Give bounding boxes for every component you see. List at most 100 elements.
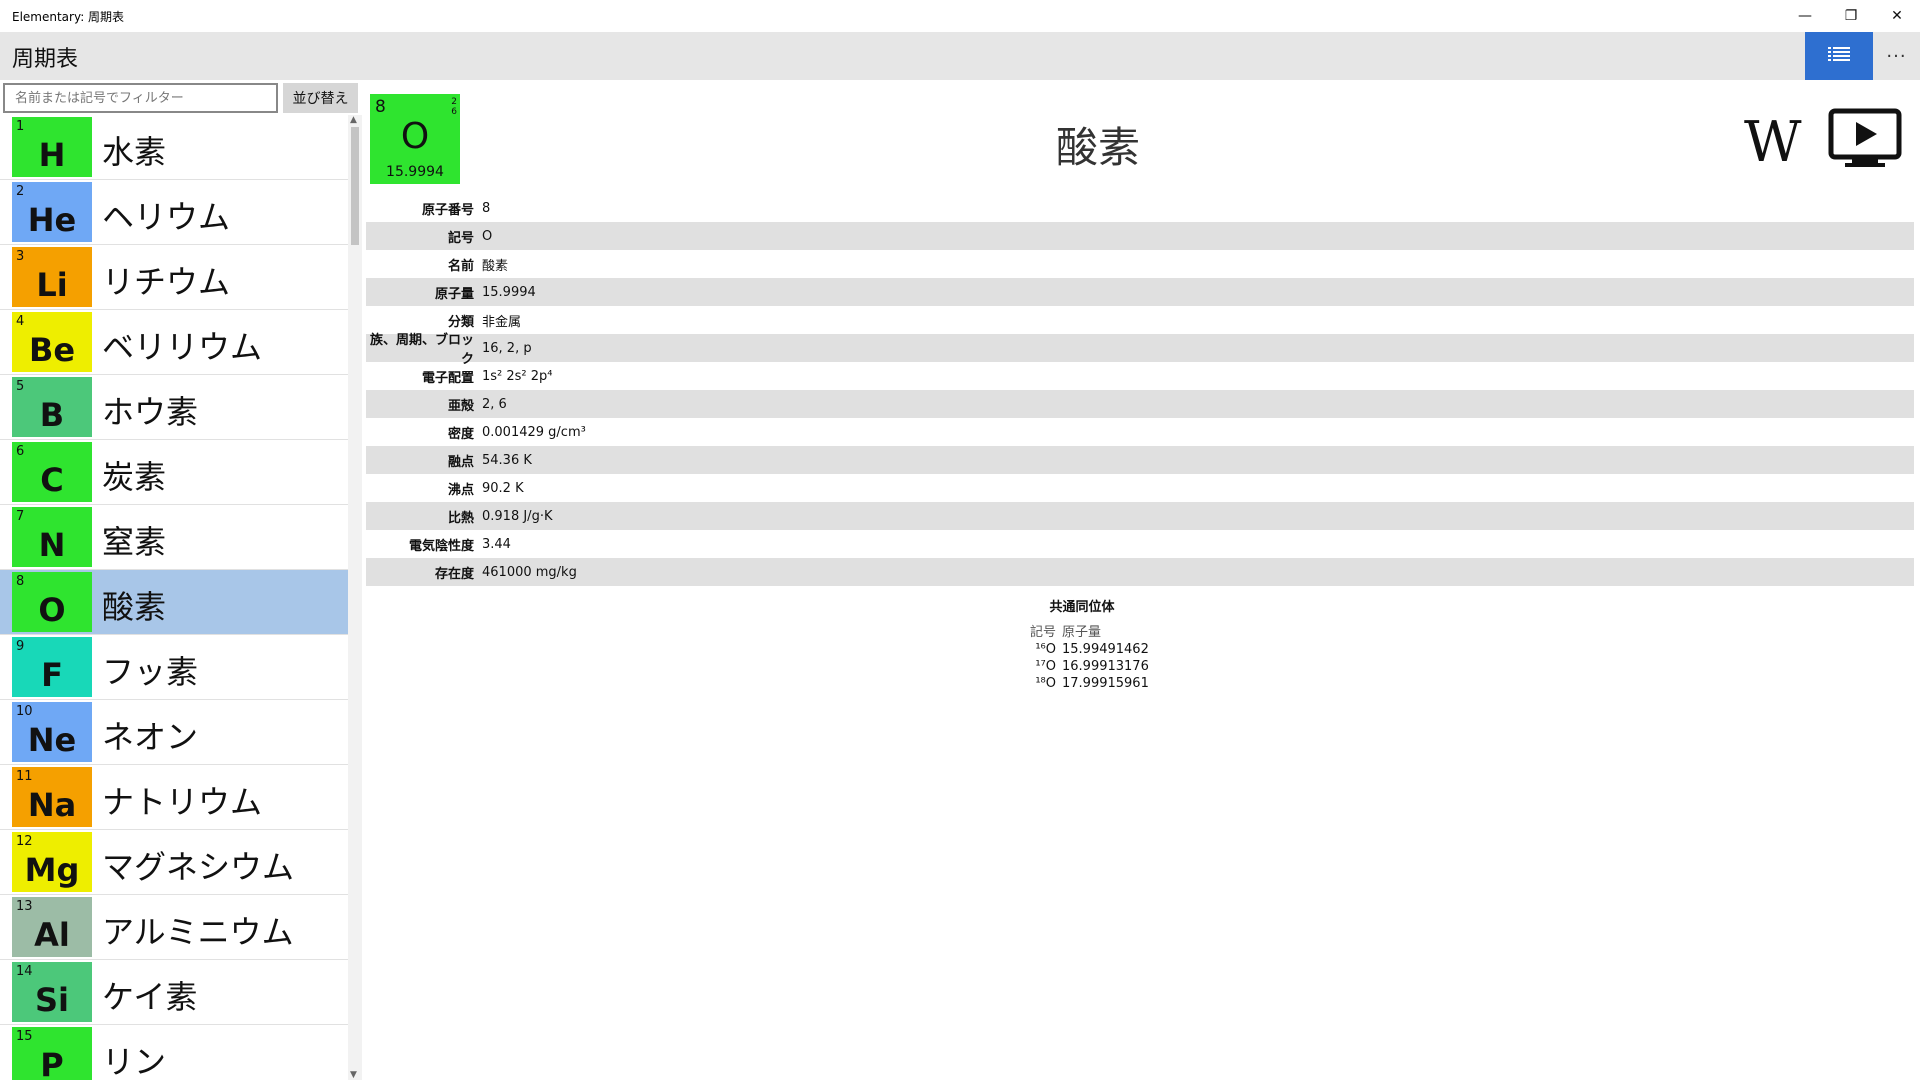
element-list-item[interactable]: 13 Al アルミニウム (0, 895, 348, 960)
property-row: 存在度 461000 mg/kg (366, 558, 1914, 586)
element-symbol: H (38, 136, 66, 174)
element-list-item[interactable]: 9 F フッ素 (0, 635, 348, 700)
property-value: 15.9994 (482, 284, 536, 300)
element-symbol: N (38, 526, 66, 564)
isotope-header: 記号 原子量 (962, 621, 1202, 640)
element-list-item[interactable]: 10 Ne ネオン (0, 700, 348, 765)
property-value: O (482, 228, 493, 244)
element-list-item[interactable]: 2 He ヘリウム (0, 180, 348, 245)
property-label: 原子番号 (421, 202, 474, 218)
element-tile: 10 Ne (12, 702, 92, 762)
isotope-header-mass: 原子量 (1062, 625, 1102, 640)
element-list-item[interactable]: 15 P リン (0, 1025, 348, 1080)
element-tile: 1H (12, 117, 92, 177)
element-list-item[interactable]: 12 Mg マグネシウム (0, 830, 348, 895)
element-number: 11 (16, 769, 33, 784)
isotope-mass: 15.99491462 (1062, 642, 1149, 657)
element-symbol: Li (36, 266, 68, 304)
element-number: 4 (16, 314, 25, 329)
video-play-icon[interactable] (1828, 108, 1902, 174)
more-options-button[interactable]: ··· (1873, 32, 1920, 80)
property-value: 1s² 2s² 2p⁴ (482, 368, 553, 384)
property-label: 原子量 (434, 286, 474, 302)
property-value: 54.36 K (482, 452, 532, 468)
property-row: 電気陰性度 3.44 (366, 530, 1914, 558)
isotope-mass: 16.99913176 (1062, 659, 1149, 674)
filter-input[interactable] (3, 83, 278, 113)
property-row: 原子番号 8 (366, 194, 1914, 222)
property-table: 原子番号 8 記号 O 名前 酸素 原子量 15.9994 分類 非金属 族、周期、ブロック 16, … (366, 194, 1914, 586)
property-label: 記号 (447, 230, 474, 246)
element-list-item[interactable]: 8 O 酸素 (0, 570, 348, 635)
scroll-down-arrow-icon[interactable]: ▼ (350, 1070, 357, 1080)
property-row: 比熱 0.918 J/g·K (366, 502, 1914, 530)
wikipedia-icon[interactable]: W (1744, 110, 1802, 175)
property-row: 族、周期、ブロック 16, 2, p (366, 333, 1914, 367)
property-label: 沸点 (447, 482, 474, 498)
element-tile: 11 Na (12, 767, 92, 827)
minimize-button[interactable]: — (1782, 0, 1828, 32)
scroll-thumb[interactable] (351, 127, 359, 245)
element-list-item[interactable]: 5 B ホウ素 (0, 375, 348, 440)
property-row: 分類 非金属 (366, 306, 1914, 334)
element-list-item[interactable]: 11 Na ナトリウム (0, 765, 348, 830)
element-symbol: C (40, 461, 64, 499)
property-value: 0.001429 g/cm³ (482, 424, 586, 440)
element-list-item[interactable]: 3 Li リチウム (0, 245, 348, 310)
element-symbol: Si (34, 981, 69, 1019)
property-row: 記号 O (366, 222, 1914, 250)
element-name: フッ素 (102, 653, 199, 691)
property-row: 電子配置 1s² 2s² 2p⁴ (366, 362, 1914, 390)
scroll-up-arrow-icon[interactable]: ▲ (350, 115, 357, 125)
property-row: 名前 酸素 (366, 250, 1914, 278)
element-symbol: Mg (24, 851, 80, 889)
property-label: 亜殻 (447, 398, 474, 414)
property-label: 名前 (447, 258, 474, 274)
element-list-item[interactable]: 4 Be ベリリウム (0, 310, 348, 375)
property-label: 存在度 (434, 566, 474, 582)
element-symbol: Na (27, 786, 77, 824)
element-list-item[interactable]: 14 Si ケイ素 (0, 960, 348, 1025)
property-row: 亜殻 2, 6 (366, 390, 1914, 418)
element-list-item[interactable]: 1 H 水素 (0, 115, 348, 180)
property-value: 酸素 (482, 258, 509, 274)
element-name: ケイ素 (102, 978, 198, 1016)
element-tile: 12 Mg (12, 832, 92, 892)
property-label: 比熱 (447, 510, 474, 526)
list-scrollbar[interactable]: ▲ ▼ (348, 115, 362, 1080)
property-value: 0.918 J/g·K (482, 508, 553, 524)
element-name: リチウム (102, 263, 231, 301)
element-list-item[interactable]: 6 C 炭素 (0, 440, 348, 505)
property-value: 2, 6 (482, 396, 507, 412)
element-symbol: Be (28, 331, 76, 369)
element-tile: 13 Al (12, 897, 92, 957)
close-button[interactable]: ✕ (1874, 0, 1920, 32)
element-number: 9 (16, 639, 25, 654)
property-value: 90.2 K (482, 480, 524, 496)
element-tile: 9F (12, 637, 92, 697)
isotope-symbol: ¹⁶O (1035, 642, 1056, 657)
element-list-item[interactable]: 7 N 窒素 (0, 505, 348, 570)
element-name: アルミニウム (102, 913, 294, 951)
property-row: 融点 54.36 K (366, 446, 1914, 474)
page-title: 周期表 (12, 47, 79, 72)
isotope-mass: 17.99915961 (1062, 676, 1149, 691)
isotope-symbol: ¹⁷O (1035, 659, 1056, 674)
list-icon (1828, 46, 1850, 66)
sort-button[interactable]: 並び替え (283, 83, 358, 113)
list-view-button[interactable] (1805, 32, 1873, 80)
property-label: 電気陰性度 (408, 538, 474, 554)
element-number: 5 (16, 379, 25, 394)
element-sidebar: 並び替え 1H 水素 2He ヘリウム 3 Li リチウム 4Be ベリリウム 5B ホウ素 6C 炭素… (0, 80, 362, 1080)
element-name: ホウ素 (102, 393, 199, 431)
property-label: 密度 (447, 426, 474, 442)
element-number: 2 (16, 184, 25, 199)
element-symbol: Ne (27, 721, 77, 759)
element-list: 1 H 水素 2 He ヘリウム 3 Li リチウム 4 Be ベリリウム 5 B ホウ素 6 C 炭素 7 N 窒素 8… (0, 115, 348, 1080)
isotope-header-symbol: 記号 (1029, 625, 1056, 640)
property-row: 密度 0.001429 g/cm³ (366, 418, 1914, 446)
property-row: 原子量 15.9994 (366, 278, 1914, 306)
isotope-row: ¹⁸O 17.99915961 (962, 676, 1202, 691)
isotope-row: ¹⁷O 16.99913176 (962, 659, 1202, 674)
restore-button[interactable]: ❐ (1828, 0, 1874, 32)
